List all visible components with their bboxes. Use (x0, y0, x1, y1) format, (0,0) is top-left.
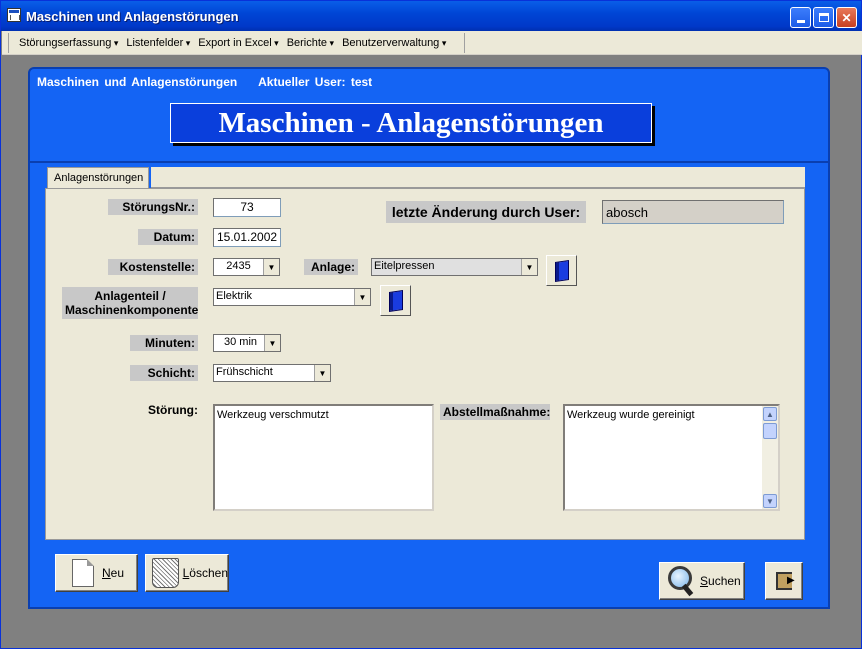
anlagenteil-select[interactable]: Elektrik ▼ (213, 288, 371, 306)
suchen-button[interactable]: Suchen (659, 562, 745, 600)
chevron-down-icon[interactable]: ▼ (314, 365, 330, 381)
minuten-label: Minuten: (130, 335, 198, 351)
exit-door-icon (776, 572, 795, 590)
neu-button-label: Neu (102, 566, 125, 580)
book-icon (388, 289, 403, 312)
title-bar[interactable]: Maschinen und Anlagenstörungen ✕ (1, 1, 861, 31)
suchen-button-label: Suchen (700, 574, 741, 588)
letzte-aenderung-field: abosch (602, 200, 784, 224)
menu-export-excel[interactable]: Export in Excel (194, 37, 282, 49)
scroll-up-icon[interactable]: ▲ (763, 407, 777, 421)
letzte-aenderung-label: letzte Änderung durch User: (386, 201, 586, 223)
minimize-button[interactable] (790, 7, 811, 28)
abstellmassnahme-scrollbar[interactable]: ▲ ▼ (762, 406, 778, 509)
anlagenteil-value: Elektrik (216, 290, 253, 302)
anlagenteil-lookup-button[interactable] (380, 285, 411, 316)
anlagenteil-label-line1: Anlagenteil / (94, 289, 166, 303)
menu-benutzerverwaltung[interactable]: Benutzerverwaltung (338, 37, 450, 49)
close-icon: ✕ (841, 10, 852, 25)
kostenstelle-select[interactable]: 2435 ▼ (213, 258, 280, 276)
datum-field[interactable]: 15.01.2002 (213, 228, 281, 247)
menu-stoerungserfassung[interactable]: Störungserfassung (15, 37, 122, 49)
datum-label: Datum: (138, 229, 198, 245)
kostenstelle-value: 2435 (226, 260, 251, 272)
abstellmassnahme-value: Werkzeug wurde gereinigt (567, 409, 695, 421)
page-title: Maschinen - Anlagenstörungen (170, 103, 652, 143)
schicht-select[interactable]: Frühschicht ▼ (213, 364, 331, 382)
minimize-icon (796, 20, 805, 23)
schicht-value: Frühschicht (216, 366, 273, 378)
stoerung-form: Maschinen und Anlagenstörungen Aktueller… (28, 67, 830, 609)
anlage-lookup-button[interactable] (546, 255, 577, 286)
stoerung-label: Störung: (148, 403, 198, 417)
maximize-button[interactable] (813, 7, 834, 28)
anlage-select[interactable]: Eitelpressen ▼ (371, 258, 538, 276)
abstellmassnahme-textarea[interactable]: Werkzeug wurde gereinigt ▲ ▼ (563, 404, 780, 511)
stoerung-textarea-visible[interactable]: Werkzeug verschmutzt (213, 404, 434, 511)
anlagenteil-label: Anlagenteil / Maschinenkomponente (62, 287, 198, 319)
chevron-down-icon[interactable]: ▼ (354, 289, 370, 305)
form-header: Maschinen und Anlagenstörungen Aktueller… (37, 75, 372, 89)
chevron-down-icon[interactable]: ▼ (521, 259, 537, 275)
form-header-title: Maschinen und Anlagenstörungen (37, 75, 238, 89)
magnifier-icon (668, 566, 694, 596)
menu-berichte[interactable]: Berichte (283, 37, 338, 49)
anlagenteil-label-line2: Maschinenkomponente (65, 303, 199, 317)
document-icon (72, 559, 94, 587)
current-user-label: Aktueller User: test (258, 75, 373, 89)
schicht-label: Schicht: (130, 365, 198, 381)
minuten-value: 30 min (224, 336, 258, 348)
kostenstelle-label: Kostenstelle: (108, 259, 198, 275)
menu-bar: Störungserfassung Listenfelder Export in… (2, 31, 862, 55)
stoerung-value: Werkzeug verschmutzt (217, 409, 329, 421)
minuten-select[interactable]: 30 min ▼ (213, 334, 281, 352)
window-title: Maschinen und Anlagenstörungen (26, 9, 239, 24)
chevron-down-icon[interactable]: ▼ (263, 259, 279, 275)
anlage-label: Anlage: (304, 259, 358, 275)
stoerungsnr-label: StörungsNr.: (108, 199, 198, 215)
close-button[interactable]: ✕ (836, 7, 857, 28)
application-window: Maschinen und Anlagenstörungen ✕ Störung… (0, 0, 862, 649)
loeschen-button-label: Löschen (182, 566, 228, 580)
exit-button[interactable] (765, 562, 803, 600)
scroll-thumb[interactable] (763, 423, 777, 439)
abstellmassnahme-label: Abstellmaßnahme: (440, 404, 550, 420)
scroll-down-icon[interactable]: ▼ (763, 494, 777, 508)
trash-bin-icon (152, 558, 179, 588)
chevron-down-icon[interactable]: ▼ (264, 335, 280, 351)
header-divider (30, 161, 828, 163)
tab-strip-background (151, 167, 805, 188)
loeschen-button[interactable]: Löschen (145, 554, 229, 592)
app-window-icon[interactable] (7, 8, 21, 22)
menu-group: Störungserfassung Listenfelder Export in… (8, 33, 465, 53)
menu-listenfelder[interactable]: Listenfelder (122, 37, 194, 49)
book-icon (554, 259, 569, 282)
maximize-icon (818, 13, 829, 22)
stoerungsnr-field[interactable]: 73 (213, 198, 281, 217)
tab-anlagenstoerungen[interactable]: Anlagenstörungen (47, 167, 149, 188)
neu-button[interactable]: Neu (55, 554, 138, 592)
anlage-value: Eitelpressen (374, 260, 435, 272)
